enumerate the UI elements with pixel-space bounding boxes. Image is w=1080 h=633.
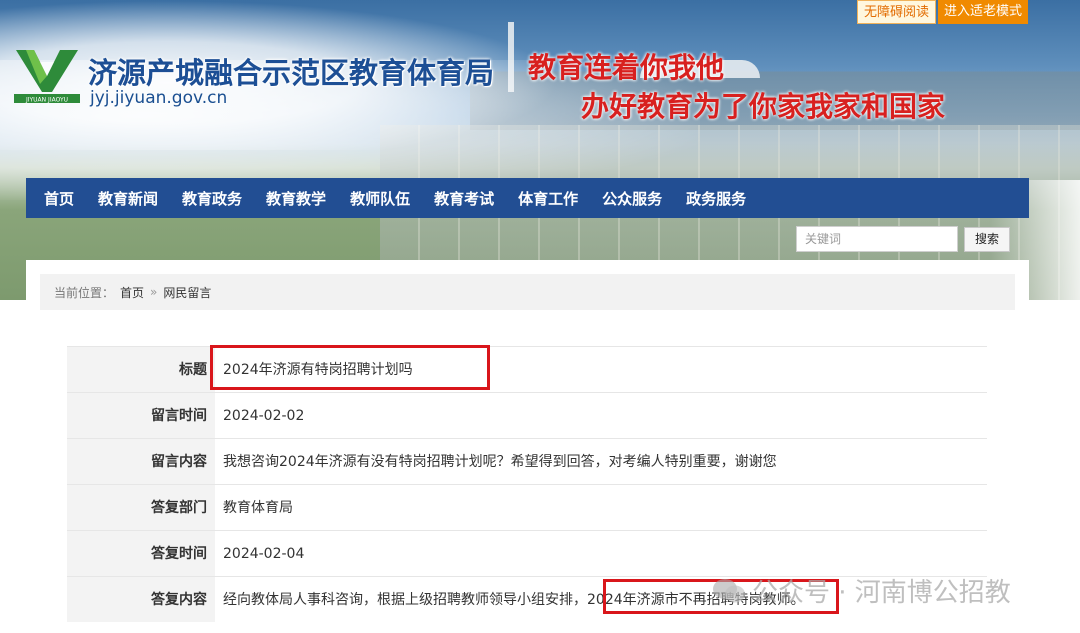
search-button[interactable]: 搜索 — [964, 227, 1010, 252]
nav-item-teachers[interactable]: 教师队伍 — [350, 188, 410, 209]
breadcrumb-separator: » — [150, 285, 158, 299]
detail-value: 2024-02-04 — [223, 546, 305, 562]
slogan-line-2: 办好教育为了你家我家和国家 — [581, 90, 946, 123]
wechat-icon — [713, 578, 745, 602]
nav-item-teaching[interactable]: 教育教学 — [266, 188, 326, 209]
site-domain: jyj.jiyuan.gov.cn — [90, 88, 228, 108]
search-input[interactable] — [796, 226, 958, 252]
breadcrumb-current-link[interactable]: 网民留言 — [163, 284, 211, 301]
detail-row-message-content: 留言内容 我想咨询2024年济源有没有特岗招聘计划呢？希望得到回答，对考编人特别… — [67, 438, 987, 484]
detail-row-title: 标题 2024年济源有特岗招聘计划吗 — [67, 346, 987, 392]
detail-label: 答复时间 — [67, 531, 215, 576]
detail-label: 留言内容 — [67, 439, 215, 484]
breadcrumb-home-link[interactable]: 首页 — [120, 284, 144, 301]
nav-item-education-affairs[interactable]: 教育政务 — [182, 188, 242, 209]
detail-value: 教育体育局 — [223, 500, 293, 516]
detail-row-reply-time: 答复时间 2024-02-04 — [67, 530, 987, 576]
site-title[interactable]: 济源产城融合示范区教育体育局 — [88, 50, 494, 92]
slogan-line-1: 教育连着你我他 — [528, 51, 725, 84]
top-toolbar: 无障碍阅读 进入适老模式 — [856, 0, 1028, 24]
highlight-box-title — [210, 345, 490, 390]
nav-item-education-news[interactable]: 教育新闻 — [98, 188, 158, 209]
main-nav: 首页 教育新闻 教育政务 教育教学 教师队伍 教育考试 体育工作 公众服务 政务… — [26, 178, 1029, 218]
nav-item-exams[interactable]: 教育考试 — [434, 188, 494, 209]
detail-label: 答复内容 — [67, 577, 215, 622]
site-logo-icon[interactable]: JIYUAN JIAOYU — [12, 44, 82, 104]
watermark-text: 公众号 · 河南博公招教 — [752, 578, 1011, 608]
accessibility-button[interactable]: 无障碍阅读 — [856, 0, 936, 24]
nav-item-home[interactable]: 首页 — [44, 188, 74, 209]
breadcrumb: 当前位置： 首页 » 网民留言 — [40, 274, 1015, 310]
nav-item-public-services[interactable]: 公众服务 — [602, 188, 662, 209]
breadcrumb-prefix: 当前位置： — [54, 285, 115, 300]
detail-value: 2024-02-02 — [223, 408, 305, 424]
nav-item-government-services[interactable]: 政务服务 — [686, 188, 746, 209]
detail-label: 留言时间 — [67, 393, 215, 438]
watermark: 公众号 · 河南博公招教 — [712, 572, 1011, 609]
elder-mode-button[interactable]: 进入适老模式 — [937, 0, 1028, 24]
nav-item-sports[interactable]: 体育工作 — [518, 188, 578, 209]
detail-row-reply-department: 答复部门 教育体育局 — [67, 484, 987, 530]
detail-label: 答复部门 — [67, 485, 215, 530]
header-banner — [0, 0, 1080, 300]
logo-text: JIYUAN JIAOYU — [25, 97, 68, 104]
detail-label: 标题 — [67, 347, 215, 392]
detail-row-message-time: 留言时间 2024-02-02 — [67, 392, 987, 438]
detail-value: 我想咨询2024年济源有没有特岗招聘计划呢？希望得到回答，对考编人特别重要，谢谢… — [223, 454, 777, 470]
